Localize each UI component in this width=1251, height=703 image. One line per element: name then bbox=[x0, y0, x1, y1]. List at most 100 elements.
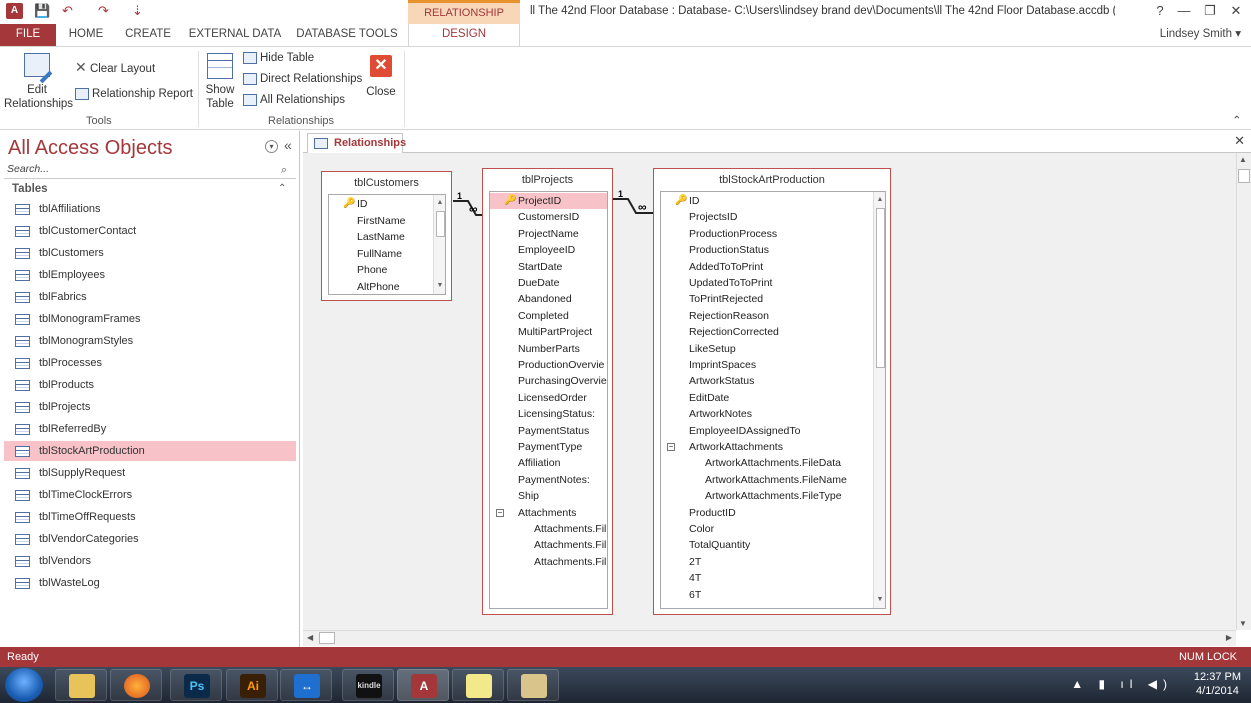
collapse-icon[interactable]: − bbox=[496, 508, 504, 517]
nav-table-item[interactable]: tblStockArtProduction bbox=[4, 441, 296, 461]
scroll-thumb[interactable] bbox=[876, 208, 885, 368]
tab-external-data[interactable]: EXTERNAL DATA bbox=[186, 24, 284, 46]
table-field[interactable]: ProjectName bbox=[490, 226, 607, 242]
restore-button[interactable]: ❐ bbox=[1198, 2, 1222, 20]
access-app-icon[interactable]: A bbox=[6, 3, 23, 19]
scroll-thumb[interactable] bbox=[1238, 169, 1250, 183]
field-list[interactable]: 🔑 ID FirstName LastName FullName Phone AltPhon… bbox=[328, 194, 446, 295]
redo-icon[interactable]: ↷ bbox=[98, 3, 109, 19]
projects-stockart-relationship-line[interactable] bbox=[613, 198, 653, 214]
table-field[interactable]: RejectionCorrected bbox=[661, 324, 873, 340]
scroll-thumb[interactable] bbox=[319, 632, 335, 644]
taskbar-teamviewer[interactable]: ↔ bbox=[280, 669, 332, 701]
undo-icon[interactable]: ↶ bbox=[62, 3, 73, 19]
nav-table-item[interactable]: tblCustomers bbox=[4, 243, 296, 263]
nav-table-item[interactable]: tblWasteLog bbox=[4, 573, 296, 593]
taskbar-illustrator[interactable]: Ai bbox=[226, 669, 278, 701]
table-field[interactable]: ArtworkAttachments.FileData bbox=[661, 455, 873, 471]
table-window-stockartproduction[interactable]: tblStockArtProduction 🔑 ID ProjectsID Produ… bbox=[653, 168, 891, 615]
table-field[interactable]: UpdatedToToPrint bbox=[661, 275, 873, 291]
table-field[interactable]: ProductionProcess bbox=[661, 226, 873, 242]
start-button[interactable] bbox=[5, 668, 43, 702]
scroll-up-icon[interactable]: ▲ bbox=[874, 194, 885, 206]
table-field[interactable]: − ArtworkAttachments bbox=[661, 439, 873, 455]
close-document-icon[interactable]: ✕ bbox=[1234, 133, 1245, 149]
tables-section-header[interactable]: Tables bbox=[12, 183, 48, 195]
taskbar-snipping[interactable] bbox=[507, 669, 559, 701]
table-field[interactable]: LikeSetup bbox=[661, 341, 873, 357]
nav-table-item[interactable]: tblCustomerContact bbox=[4, 221, 296, 241]
table-title[interactable]: tblProjects bbox=[483, 174, 612, 186]
table-field[interactable]: 4T bbox=[661, 570, 873, 586]
table-field[interactable]: RejectionReason bbox=[661, 308, 873, 324]
scroll-up-icon[interactable]: ▲ bbox=[434, 197, 445, 209]
table-field[interactable]: Attachments.Fil bbox=[490, 521, 607, 537]
nav-table-item[interactable]: tblMonogramStyles bbox=[4, 331, 296, 351]
scroll-down-icon[interactable]: ▼ bbox=[1239, 619, 1247, 628]
tab-file[interactable]: FILE bbox=[0, 24, 56, 46]
table-field[interactable]: ArtworkAttachments.FileType bbox=[661, 488, 873, 504]
table-field[interactable]: FirstName bbox=[329, 213, 433, 229]
table-field[interactable]: 6T bbox=[661, 587, 873, 603]
scroll-down-icon[interactable]: ▼ bbox=[434, 280, 445, 292]
table-field[interactable]: LicensedOrder bbox=[490, 390, 607, 406]
table-field[interactable]: Abandoned bbox=[490, 291, 607, 307]
scroll-thumb[interactable] bbox=[436, 211, 445, 237]
collapse-icon[interactable]: − bbox=[667, 443, 675, 451]
field-list-scrollbar[interactable]: ▲ ▼ bbox=[873, 192, 885, 608]
clear-layout-button[interactable]: ✕ Clear Layout bbox=[75, 59, 155, 76]
table-field[interactable]: PaymentStatus bbox=[490, 423, 607, 439]
direct-relationships-button[interactable]: Direct Relationships bbox=[243, 73, 362, 85]
field-list[interactable]: 🔑 ProjectID CustomersID ProjectName Employee… bbox=[489, 191, 608, 609]
hide-table-button[interactable]: Hide Table bbox=[243, 52, 314, 64]
nav-table-item[interactable]: tblVendorCategories bbox=[4, 529, 296, 549]
table-field[interactable]: Phone bbox=[329, 262, 433, 278]
table-field[interactable]: 🔑 ProjectID bbox=[490, 193, 607, 209]
close-relationships-button[interactable]: ✕ Close bbox=[364, 55, 398, 99]
table-field[interactable]: Completed bbox=[490, 308, 607, 324]
table-field[interactable]: PaymentType bbox=[490, 439, 607, 455]
nav-table-item[interactable]: tblTimeClockErrors bbox=[4, 485, 296, 505]
table-field[interactable]: ImprintSpaces bbox=[661, 357, 873, 373]
shutter-bar-close-icon[interactable]: « bbox=[284, 137, 292, 153]
table-field[interactable]: LastName bbox=[329, 229, 433, 245]
taskbar-stickynotes[interactable] bbox=[452, 669, 504, 701]
nav-table-item[interactable]: tblProjects bbox=[4, 397, 296, 417]
nav-table-item[interactable]: tblEmployees bbox=[4, 265, 296, 285]
table-window-projects[interactable]: tblProjects 🔑 ProjectID CustomersID Project… bbox=[482, 168, 613, 615]
taskbar-explorer[interactable] bbox=[55, 669, 107, 701]
system-clock[interactable]: 12:37 PM 4/1/2014 bbox=[1194, 670, 1241, 698]
table-window-customers[interactable]: tblCustomers 🔑 ID FirstName LastName FullNam… bbox=[321, 171, 452, 301]
tab-database-tools[interactable]: DATABASE TOOLS bbox=[294, 24, 400, 46]
table-field[interactable]: ToPrintRejected bbox=[661, 291, 873, 307]
tab-design[interactable]: DESIGN bbox=[408, 24, 520, 46]
table-field[interactable]: 🔑 ID bbox=[329, 196, 433, 212]
canvas-horizontal-scrollbar[interactable]: ◀ ▶ bbox=[303, 630, 1236, 646]
taskbar-kindle[interactable]: kindle bbox=[342, 669, 394, 701]
table-field[interactable]: Color bbox=[661, 521, 873, 537]
nav-pane-title[interactable]: All Access Objects bbox=[8, 137, 173, 160]
table-field[interactable]: AltPhone bbox=[329, 279, 433, 295]
nav-menu-dropdown-icon[interactable]: ▾ bbox=[265, 140, 278, 153]
taskbar-access[interactable]: A bbox=[397, 669, 449, 701]
table-field[interactable]: ProductID bbox=[661, 505, 873, 521]
close-window-button[interactable]: ✕ bbox=[1224, 2, 1248, 20]
table-field[interactable]: ArtworkAttachments.FileName bbox=[661, 472, 873, 488]
table-field[interactable]: StartDate bbox=[490, 259, 607, 275]
taskbar-firefox[interactable] bbox=[110, 669, 162, 701]
nav-table-item[interactable]: tblFabrics bbox=[4, 287, 296, 307]
customers-projects-relationship-line[interactable] bbox=[453, 200, 482, 216]
taskbar-photoshop[interactable]: Ps bbox=[170, 669, 222, 701]
table-field[interactable]: 2T bbox=[661, 554, 873, 570]
table-field[interactable]: Attachments.Fil bbox=[490, 554, 607, 570]
table-field[interactable]: − Attachments bbox=[490, 505, 607, 521]
canvas-vertical-scrollbar[interactable]: ▲ ▼ bbox=[1236, 153, 1251, 630]
nav-table-item[interactable]: tblAffiliations bbox=[4, 199, 296, 219]
tab-create[interactable]: CREATE bbox=[120, 24, 176, 46]
scroll-right-icon[interactable]: ▶ bbox=[1226, 633, 1232, 642]
user-account[interactable]: Lindsey Smith ▾ bbox=[1160, 26, 1241, 40]
collapse-ribbon-icon[interactable]: ⌃ bbox=[1232, 113, 1242, 127]
nav-table-item[interactable]: tblTimeOffRequests bbox=[4, 507, 296, 527]
table-field[interactable]: EmployeeIDAssignedTo bbox=[661, 423, 873, 439]
nav-table-item[interactable]: tblProducts bbox=[4, 375, 296, 395]
